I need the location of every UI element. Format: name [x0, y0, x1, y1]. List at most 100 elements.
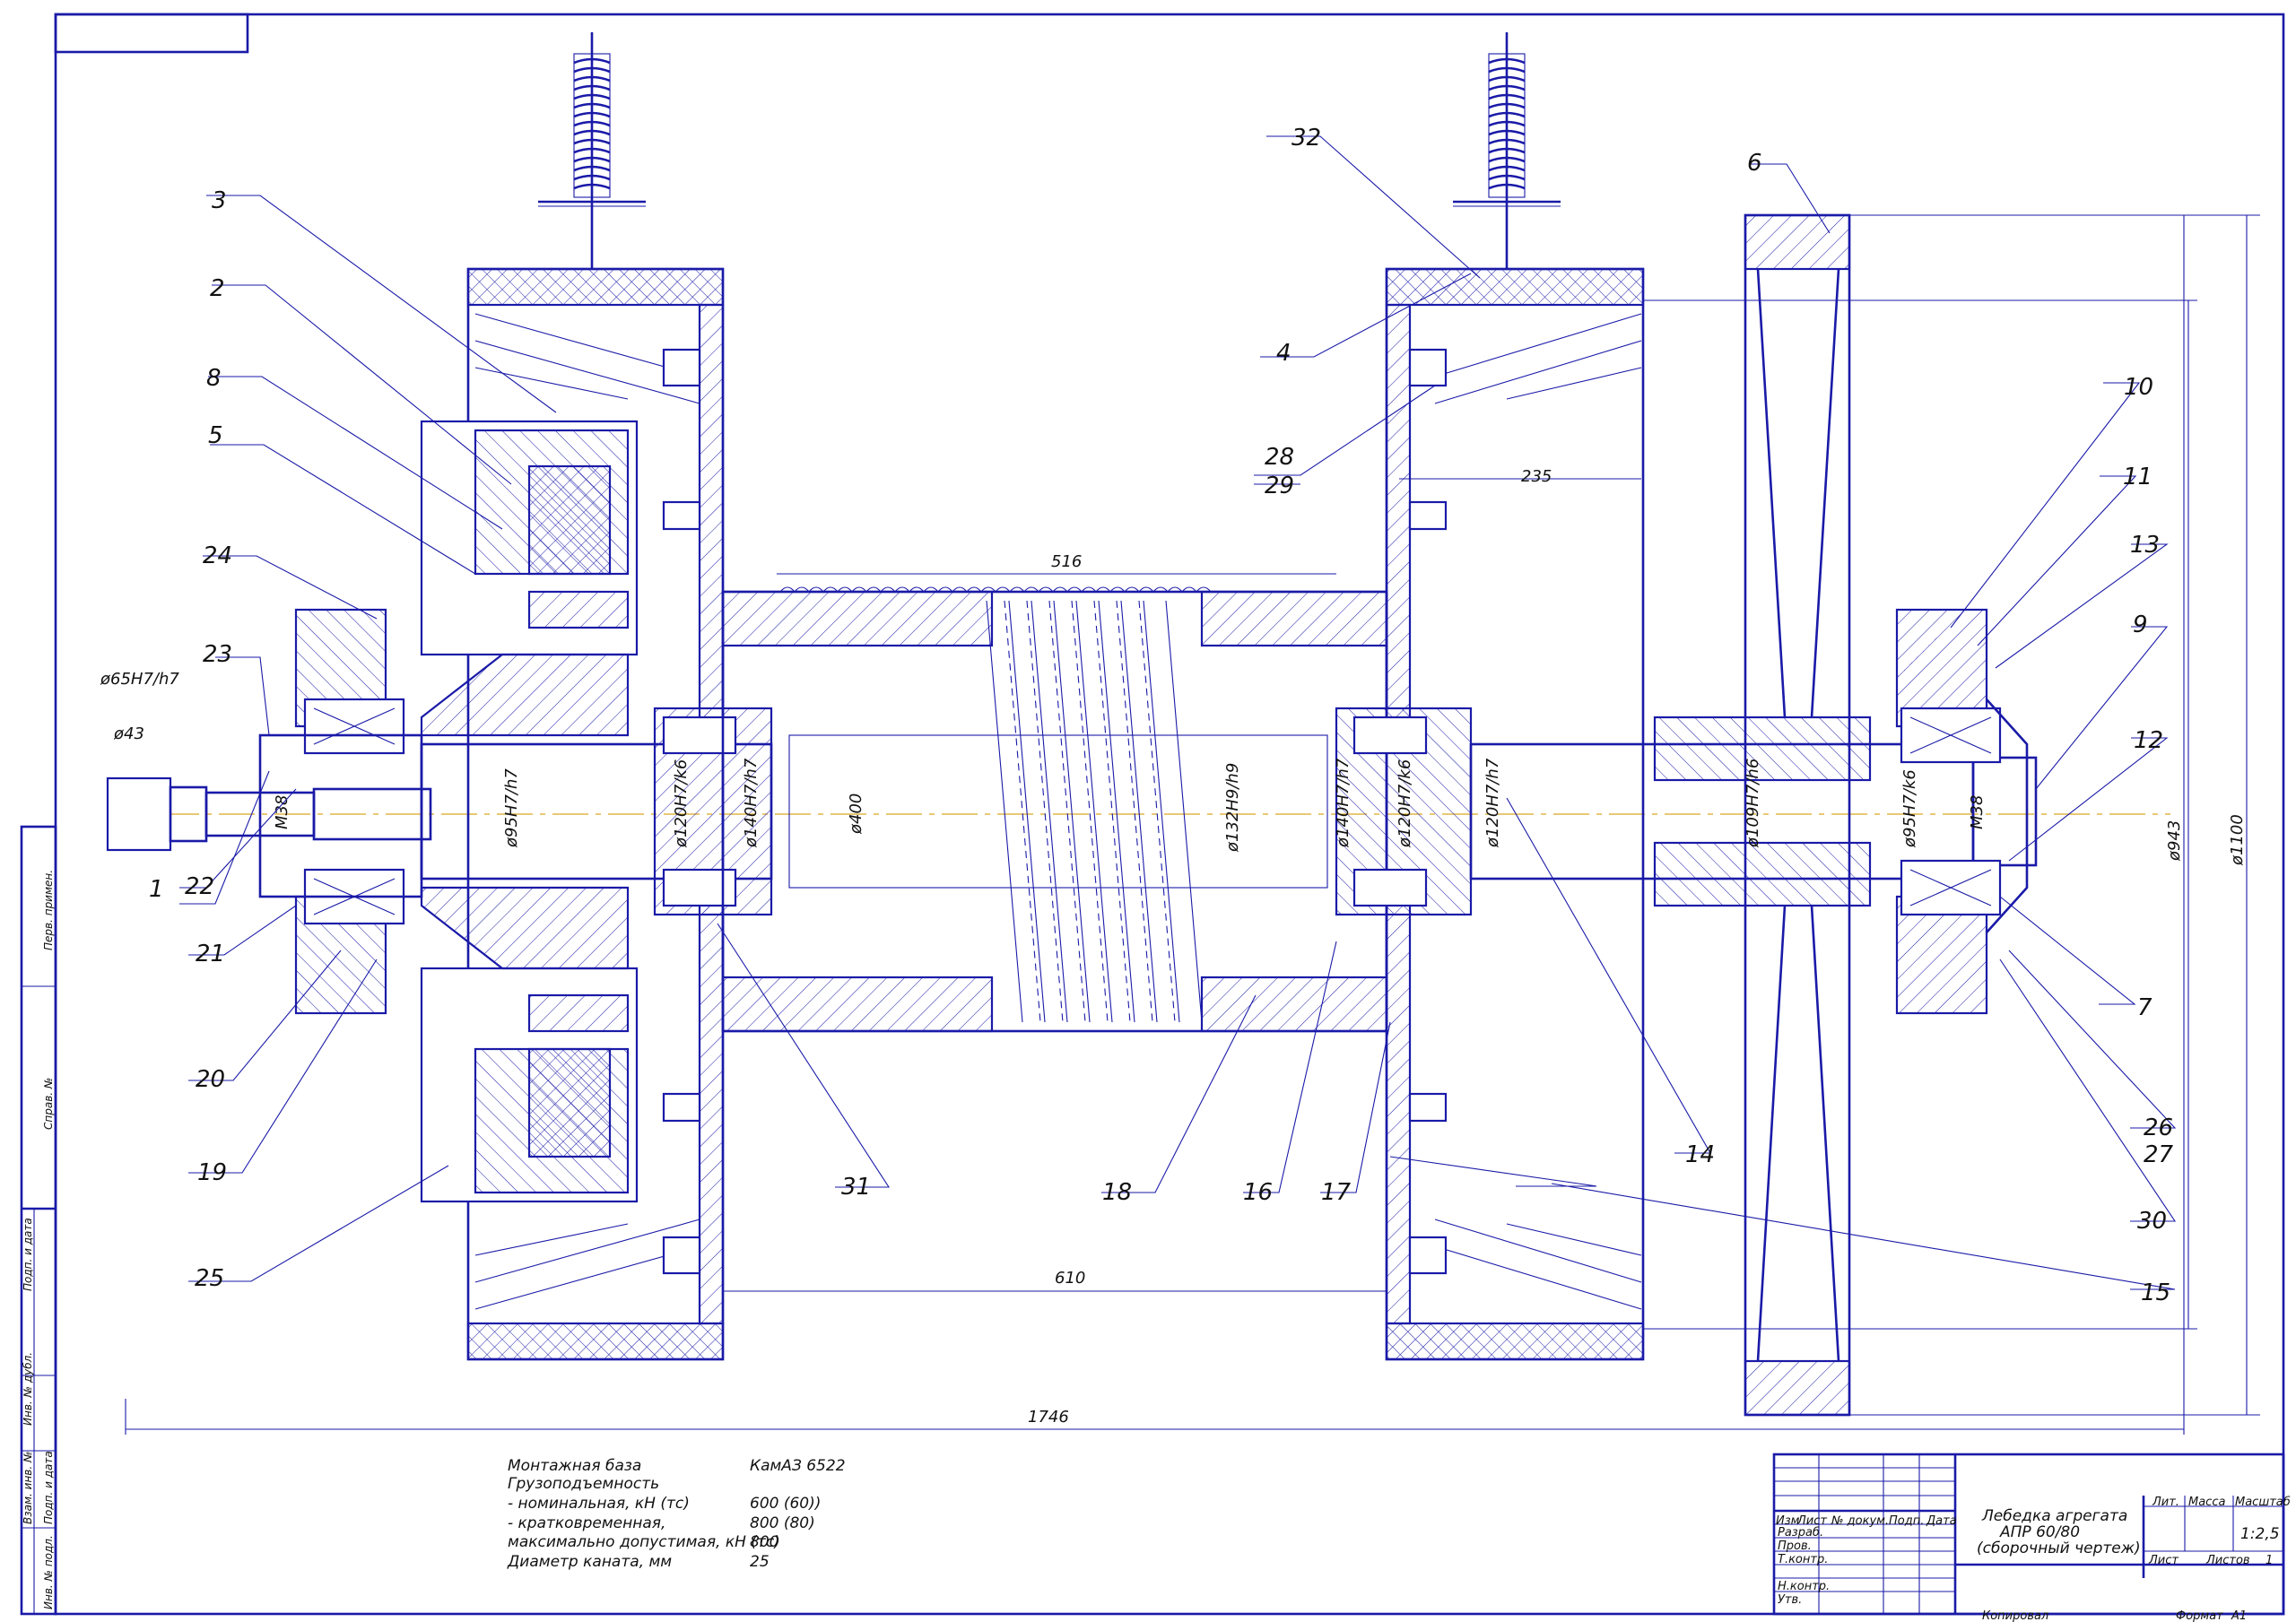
side-inv-dubl: Инв. № дубл. [22, 1352, 34, 1426]
part-label-11: 11 [2123, 464, 2152, 490]
spec-notes: Монтажная база КамАЗ 6522 Грузоподъемнос… [507, 1457, 846, 1571]
dim-m38-right: М38 [1968, 795, 1987, 829]
part-label-16: 16 [1243, 1179, 1273, 1206]
side-podp-data-2: Подп. и дата [42, 1451, 55, 1524]
part-label-13: 13 [2130, 532, 2160, 559]
spec-0-value: КамАЗ 6522 [750, 1457, 846, 1475]
dim-d1100: ø1100 [2228, 814, 2247, 866]
part-label-1: 1 [149, 876, 164, 903]
dim-d43: ø43 [113, 724, 144, 743]
part-label-2: 2 [210, 275, 225, 302]
title-block: Изм Лист № докум. Подп. Дата Разраб. Про… [1772, 1453, 2291, 1622]
spec-3-label: - кратковременная, [508, 1514, 665, 1532]
part-label-25: 25 [195, 1265, 224, 1292]
dim-d120-right: ø120H7/k6 [1396, 759, 1414, 848]
part-label-22: 22 [185, 873, 214, 900]
tb-format-label: Формат [2176, 1609, 2223, 1622]
part-label-3: 3 [212, 187, 227, 214]
dim-d120-left: ø120H7/k6 [672, 759, 691, 848]
part-label-5: 5 [208, 422, 223, 449]
left-shaft [420, 707, 773, 916]
tb-hdr-massa: Масса [2188, 1496, 2225, 1509]
part-label-31: 31 [841, 1174, 871, 1201]
tb-name-line1: Лебедка агрегата [1981, 1507, 2127, 1525]
dim-516: 516 [1051, 552, 1082, 571]
spec-4-label: максимально допустимая, кН (тс) [508, 1533, 780, 1551]
dim-d943: ø943 [2165, 820, 2184, 862]
part-label-26: 26 [2144, 1115, 2173, 1141]
tb-copied: Копировал [1982, 1609, 2048, 1622]
spec-1-label: Грузоподъемность [508, 1475, 659, 1493]
part-label-30: 30 [2137, 1208, 2167, 1235]
part-label-12: 12 [2134, 727, 2163, 754]
side-podp-data-1: Подп. и дата [22, 1218, 34, 1291]
dim-1746: 1746 [1028, 1408, 1069, 1427]
tb-hdr-lit: Лит. [2152, 1496, 2179, 1509]
spec-2-label: - номинальная, кН (тс) [508, 1495, 690, 1513]
brake-assembly-left [420, 420, 639, 1203]
side-sprav: Справ. № [42, 1078, 55, 1130]
tb-col-podp: Подп. [1889, 1514, 1924, 1528]
part-label-24: 24 [203, 542, 232, 569]
spec-5-label: Диаметр каната, мм [507, 1553, 672, 1571]
dim-d120h7-right: ø120H7/h7 [1483, 758, 1502, 848]
tb-row-utv: Утв. [1778, 1593, 1802, 1607]
dim-d109: ø109H7/h6 [1744, 759, 1762, 848]
spec-3-value: 800 (80) [750, 1514, 815, 1532]
tb-sheet-label: Лист [2148, 1554, 2179, 1567]
part-label-19: 19 [197, 1159, 227, 1186]
tb-sheets-value: 1 [2266, 1554, 2273, 1567]
tb-format-value: А1 [2231, 1609, 2247, 1622]
part-label-29: 29 [1265, 473, 1294, 499]
part-label-6: 6 [1747, 150, 1762, 177]
part-label-14: 14 [1685, 1141, 1715, 1168]
tb-name-line3: (сборочный чертеж) [1977, 1540, 2141, 1557]
side-vzam-inv: Взам. инв. № [22, 1452, 34, 1524]
side-stamp: Перв. примен. Справ. № Подп. и дата Инв.… [20, 825, 57, 1616]
dim-d140-right: ø140H7/h7 [1334, 758, 1352, 848]
spec-5-value: 25 [750, 1553, 770, 1571]
part-label-10: 10 [2124, 374, 2153, 401]
dim-d95-left: ø95H7/h7 [502, 768, 521, 848]
tb-row-prov: Пров. [1778, 1540, 1812, 1553]
tb-sheets-label: Листов [2205, 1554, 2250, 1567]
part-label-27: 27 [2144, 1141, 2174, 1168]
side-inv-podl: Инв. № подл. [42, 1535, 55, 1609]
part-label-17: 17 [1321, 1179, 1352, 1206]
sprocket-wheel [1653, 213, 1872, 1417]
part-label-4: 4 [1276, 340, 1292, 367]
dim-d65: ø65H7/h7 [100, 670, 179, 689]
part-label-21: 21 [196, 941, 225, 967]
side-perv-primen: Перв. примен. [42, 870, 55, 950]
spec-0-label: Монтажная база [508, 1457, 641, 1475]
spec-2-value: 600 (60)) [750, 1495, 821, 1513]
input-motor [106, 776, 432, 852]
spring-right [1453, 32, 1561, 269]
tb-row-tkontr: Т.контр. [1778, 1553, 1828, 1566]
dim-235: 235 [1521, 467, 1552, 486]
drum [721, 586, 1388, 1033]
part-label-8: 8 [206, 365, 222, 392]
dim-d140-left: ø140H7/h7 [742, 758, 761, 848]
part-label-23: 23 [203, 641, 232, 668]
spring-left [538, 32, 646, 269]
part-label-7: 7 [2137, 994, 2152, 1021]
part-label-20: 20 [196, 1066, 225, 1093]
part-label-28: 28 [1265, 444, 1294, 471]
dim-d132: ø132H9/h9 [1223, 763, 1242, 853]
assembly-drawing-sheet: Перв. примен. Справ. № Подп. и дата Инв.… [20, 13, 2291, 1622]
dim-610: 610 [1055, 1269, 1085, 1288]
part-label-18: 18 [1102, 1179, 1132, 1206]
tb-scale: 1:2,5 [2240, 1525, 2280, 1543]
tb-col-data: Дата [1926, 1514, 1957, 1528]
dimension-lines [125, 214, 2260, 1435]
dim-d400: ø400 [847, 794, 865, 835]
dim-d95-right: ø95H7/k6 [1900, 769, 1919, 848]
tb-col-ndok: № докум. [1831, 1514, 1889, 1528]
tb-row-nkontr: Н.контр. [1778, 1580, 1830, 1593]
part-label-9: 9 [2133, 612, 2148, 638]
tb-row-razrab: Разраб. [1778, 1526, 1823, 1540]
tb-name-line2: АПР 60/80 [1999, 1523, 2080, 1541]
part-label-15: 15 [2141, 1279, 2170, 1306]
spec-4-value: 800 [750, 1533, 778, 1551]
